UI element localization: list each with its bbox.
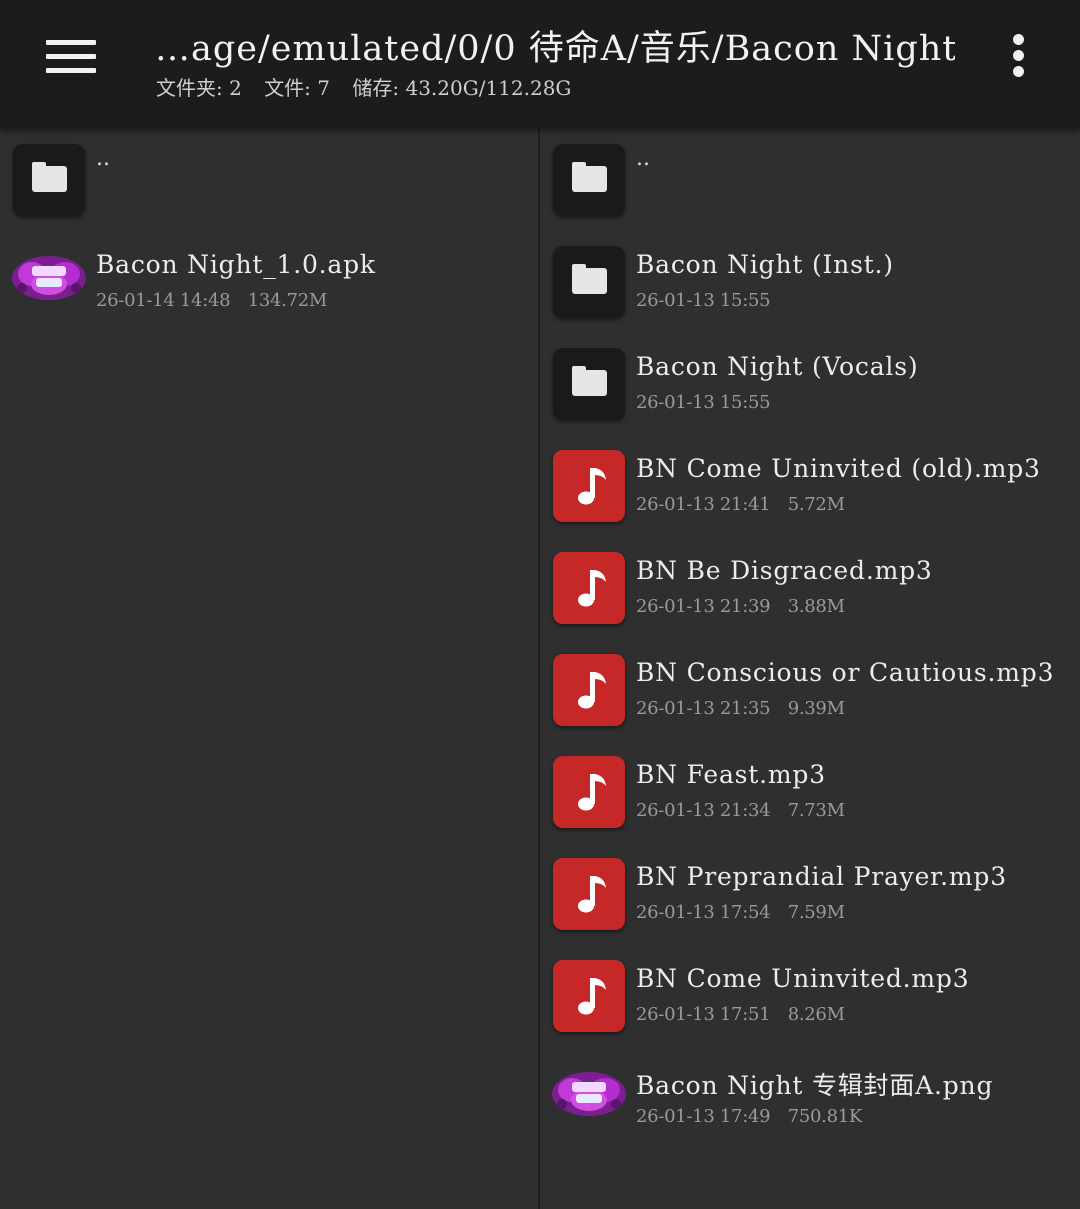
- music-note-icon: [553, 858, 625, 930]
- more-options-icon[interactable]: [1006, 34, 1030, 82]
- parent-directory-label: ..: [96, 146, 110, 171]
- file-date: 26-01-13 21:35: [636, 698, 771, 719]
- file-name: Bacon Night 专辑封面A.png: [636, 1071, 994, 1100]
- file-meta: 26-01-13 21:41 5.72M: [636, 494, 845, 515]
- file-name: BN Feast.mp3: [636, 760, 826, 789]
- app-thumbnail-icon: [12, 256, 86, 300]
- list-item[interactable]: BN Come Uninvited (old).mp3 26-01-13 21:…: [540, 434, 1080, 536]
- file-date: 26-01-13 21:34: [636, 800, 771, 821]
- parent-directory-item[interactable]: ..: [540, 128, 1080, 230]
- file-count: 文件: 7: [264, 76, 331, 100]
- image-thumbnail-icon: [552, 1072, 626, 1116]
- directory-stats: 文件夹: 2 文件: 7 储存: 43.20G/112.28G: [156, 72, 587, 101]
- file-name: BN Come Uninvited (old).mp3: [636, 454, 1041, 483]
- music-note-icon: [553, 654, 625, 726]
- current-path[interactable]: …age/emulated/0/0 待命A/音乐/Bacon Night/: [155, 20, 955, 71]
- file-name: Bacon Night (Vocals): [636, 352, 919, 381]
- file-size: 134.72M: [247, 290, 328, 311]
- file-name: BN Preprandial Prayer.mp3: [636, 862, 1007, 891]
- file-size: 7.73M: [787, 800, 845, 821]
- file-size: 750.81K: [787, 1106, 863, 1127]
- file-date: 26-01-13 21:39: [636, 596, 771, 617]
- file-name: BN Be Disgraced.mp3: [636, 556, 933, 585]
- file-meta: 26-01-13 21:39 3.88M: [636, 596, 845, 617]
- list-item[interactable]: Bacon Night_1.0.apk 26-01-14 14:48 134.7…: [0, 230, 538, 332]
- right-file-pane[interactable]: .. Bacon Night (Inst.) 26-01-13 15:55 Ba…: [540, 128, 1080, 1209]
- parent-directory-item[interactable]: ..: [0, 128, 538, 230]
- file-meta: 26-01-13 15:55: [636, 290, 771, 311]
- file-meta: 26-01-13 21:34 7.73M: [636, 800, 845, 821]
- folder-icon: [553, 144, 625, 216]
- list-item[interactable]: Bacon Night 专辑封面A.png 26-01-13 17:49 750…: [540, 1046, 1080, 1148]
- file-meta: 26-01-13 17:54 7.59M: [636, 902, 845, 923]
- file-date: 26-01-13 21:41: [636, 494, 771, 515]
- list-item[interactable]: BN Preprandial Prayer.mp3 26-01-13 17:54…: [540, 842, 1080, 944]
- storage-usage: 储存: 43.20G/112.28G: [352, 76, 572, 100]
- file-date: 26-01-13 17:49: [636, 1106, 771, 1127]
- folder-item-inst[interactable]: Bacon Night (Inst.) 26-01-13 15:55: [540, 230, 1080, 332]
- folder-item-vocals[interactable]: Bacon Night (Vocals) 26-01-13 15:55: [540, 332, 1080, 434]
- file-meta: 26-01-13 15:55: [636, 392, 771, 413]
- file-name: Bacon Night_1.0.apk: [96, 250, 376, 279]
- folder-icon: [13, 144, 85, 216]
- file-date: 26-01-13 17:54: [636, 902, 771, 923]
- music-note-icon: [553, 960, 625, 1032]
- folder-count: 文件夹: 2: [156, 76, 242, 100]
- music-note-icon: [553, 756, 625, 828]
- file-date: 26-01-13 15:55: [636, 290, 771, 311]
- folder-icon: [553, 348, 625, 420]
- file-date: 26-01-13 15:55: [636, 392, 771, 413]
- left-file-pane[interactable]: .. Bacon Night_1.0.apk 26-01-14 14:48 13…: [0, 128, 538, 1209]
- top-app-bar: …age/emulated/0/0 待命A/音乐/Bacon Night/ 文件…: [0, 0, 1080, 128]
- list-item[interactable]: BN Be Disgraced.mp3 26-01-13 21:39 3.88M: [540, 536, 1080, 638]
- list-item[interactable]: BN Conscious or Cautious.mp3 26-01-13 21…: [540, 638, 1080, 740]
- file-name: Bacon Night (Inst.): [636, 250, 894, 279]
- music-note-icon: [553, 450, 625, 522]
- file-name: BN Conscious or Cautious.mp3: [636, 658, 1055, 687]
- file-date: 26-01-14 14:48: [96, 290, 231, 311]
- music-note-icon: [553, 552, 625, 624]
- file-meta: 26-01-13 17:49 750.81K: [636, 1106, 862, 1127]
- file-meta: 26-01-14 14:48 134.72M: [96, 290, 327, 311]
- file-manager-app: …age/emulated/0/0 待命A/音乐/Bacon Night/ 文件…: [0, 0, 1080, 1209]
- file-meta: 26-01-13 21:35 9.39M: [636, 698, 845, 719]
- file-size: 5.72M: [787, 494, 845, 515]
- list-item[interactable]: BN Come Uninvited.mp3 26-01-13 17:51 8.2…: [540, 944, 1080, 1046]
- hamburger-menu-icon[interactable]: [46, 40, 96, 74]
- file-date: 26-01-13 17:51: [636, 1004, 771, 1025]
- file-size: 9.39M: [787, 698, 845, 719]
- file-name: BN Come Uninvited.mp3: [636, 964, 970, 993]
- list-item[interactable]: BN Feast.mp3 26-01-13 21:34 7.73M: [540, 740, 1080, 842]
- file-size: 7.59M: [787, 902, 845, 923]
- folder-icon: [553, 246, 625, 318]
- file-size: 8.26M: [787, 1004, 845, 1025]
- file-meta: 26-01-13 17:51 8.26M: [636, 1004, 845, 1025]
- file-size: 3.88M: [787, 596, 845, 617]
- parent-directory-label: ..: [636, 146, 650, 171]
